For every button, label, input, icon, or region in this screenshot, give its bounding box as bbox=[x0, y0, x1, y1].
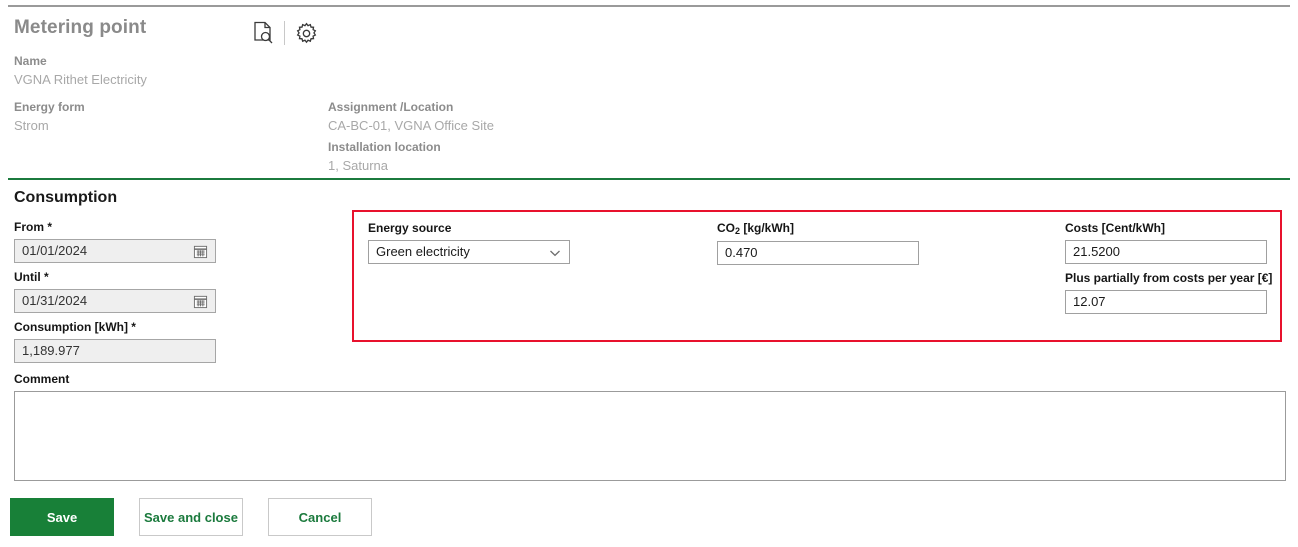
co2-input[interactable]: 0.470 bbox=[717, 241, 919, 265]
header-field-assignment-location-label: Assignment /Location bbox=[328, 100, 454, 114]
metering-point-header: Metering point Name VGNA Rithet Electric… bbox=[0, 12, 1298, 175]
header-field-installation-location: Installation location 1, Saturna bbox=[328, 138, 441, 175]
field-consumption-label: Consumption [kWh] * bbox=[14, 320, 136, 334]
chevron-down-icon[interactable] bbox=[548, 245, 562, 259]
calendar-icon[interactable] bbox=[193, 244, 208, 259]
energy-source-select[interactable]: Green electricity bbox=[368, 240, 570, 264]
plus-partially-costs-per-year-value: 12.07 bbox=[1073, 294, 1106, 309]
header-field-energy-form: Energy form Strom bbox=[14, 98, 85, 135]
field-energy-source-label: Energy source bbox=[368, 221, 452, 235]
costs-input[interactable]: 21.5200 bbox=[1065, 240, 1267, 264]
top-divider bbox=[8, 5, 1290, 7]
field-from-label: From * bbox=[14, 220, 53, 234]
field-energy-source: Energy source Green electricity bbox=[368, 220, 570, 264]
header-field-assignment-location-value: CA-BC-01, VGNA Office Site bbox=[328, 118, 494, 133]
from-date-input[interactable]: 01/01/2024 bbox=[14, 239, 216, 263]
section-divider bbox=[8, 178, 1290, 180]
save-and-close-button[interactable]: Save and close bbox=[139, 498, 243, 536]
field-costs-label: Costs [Cent/kWh] bbox=[1065, 221, 1165, 235]
section-title-consumption: Consumption bbox=[14, 189, 118, 206]
cancel-button[interactable]: Cancel bbox=[268, 498, 372, 536]
until-date-input[interactable]: 01/31/2024 bbox=[14, 289, 216, 313]
field-co2-label: CO2 [kg/kWh] bbox=[717, 220, 919, 237]
comment-textarea[interactable] bbox=[14, 391, 1286, 481]
consumption-value: 1,189.977 bbox=[22, 343, 80, 358]
document-search-icon[interactable] bbox=[246, 17, 280, 49]
plus-partially-costs-per-year-input[interactable]: 12.07 bbox=[1065, 290, 1267, 314]
header-field-assignment-location: Assignment /Location CA-BC-01, VGNA Offi… bbox=[328, 98, 494, 135]
highlighted-energy-cost-panel: Energy source Green electricity CO2 [kg/… bbox=[352, 210, 1282, 342]
co2-value: 0.470 bbox=[725, 245, 758, 260]
header-field-name-label: Name bbox=[14, 54, 47, 68]
field-consumption: Consumption [kWh] * 1,189.977 bbox=[14, 319, 216, 363]
calendar-icon[interactable] bbox=[193, 294, 208, 309]
costs-value: 21.5200 bbox=[1073, 244, 1120, 259]
field-plus-partially-costs-per-year: Plus partially from costs per year [€] 1… bbox=[1065, 270, 1273, 314]
header-icon-group bbox=[246, 17, 323, 49]
energy-source-value: Green electricity bbox=[376, 244, 470, 259]
save-button[interactable]: Save bbox=[10, 498, 114, 536]
field-comment: Comment bbox=[14, 371, 1286, 481]
field-co2-label-suffix: [kg/kWh] bbox=[740, 221, 795, 235]
gear-icon[interactable] bbox=[289, 17, 323, 49]
field-co2: CO2 [kg/kWh] 0.470 bbox=[717, 220, 919, 265]
field-until: Until * 01/31/2024 bbox=[14, 269, 216, 313]
field-until-label: Until * bbox=[14, 270, 49, 284]
icon-separator bbox=[284, 21, 285, 45]
field-co2-label-sub: 2 bbox=[735, 226, 741, 236]
field-co2-label-prefix: CO bbox=[717, 221, 735, 235]
field-comment-label: Comment bbox=[14, 372, 70, 386]
header-field-energy-form-label: Energy form bbox=[14, 100, 85, 114]
field-from: From * 01/01/2024 bbox=[14, 219, 216, 263]
header-field-installation-location-label: Installation location bbox=[328, 140, 441, 154]
form-action-buttons: Save Save and close Cancel bbox=[10, 498, 372, 536]
field-costs: Costs [Cent/kWh] 21.5200 bbox=[1065, 220, 1267, 264]
page-title: Metering point bbox=[14, 17, 147, 38]
field-plus-partially-costs-per-year-label: Plus partially from costs per year [€] bbox=[1065, 271, 1273, 285]
header-field-installation-location-value: 1, Saturna bbox=[328, 158, 388, 173]
header-field-name-value: VGNA Rithet Electricity bbox=[14, 72, 147, 87]
from-date-value: 01/01/2024 bbox=[22, 243, 88, 258]
until-date-value: 01/31/2024 bbox=[22, 293, 88, 308]
header-field-name: Name VGNA Rithet Electricity bbox=[14, 52, 147, 89]
header-field-energy-form-value: Strom bbox=[14, 118, 49, 133]
consumption-input[interactable]: 1,189.977 bbox=[14, 339, 216, 363]
